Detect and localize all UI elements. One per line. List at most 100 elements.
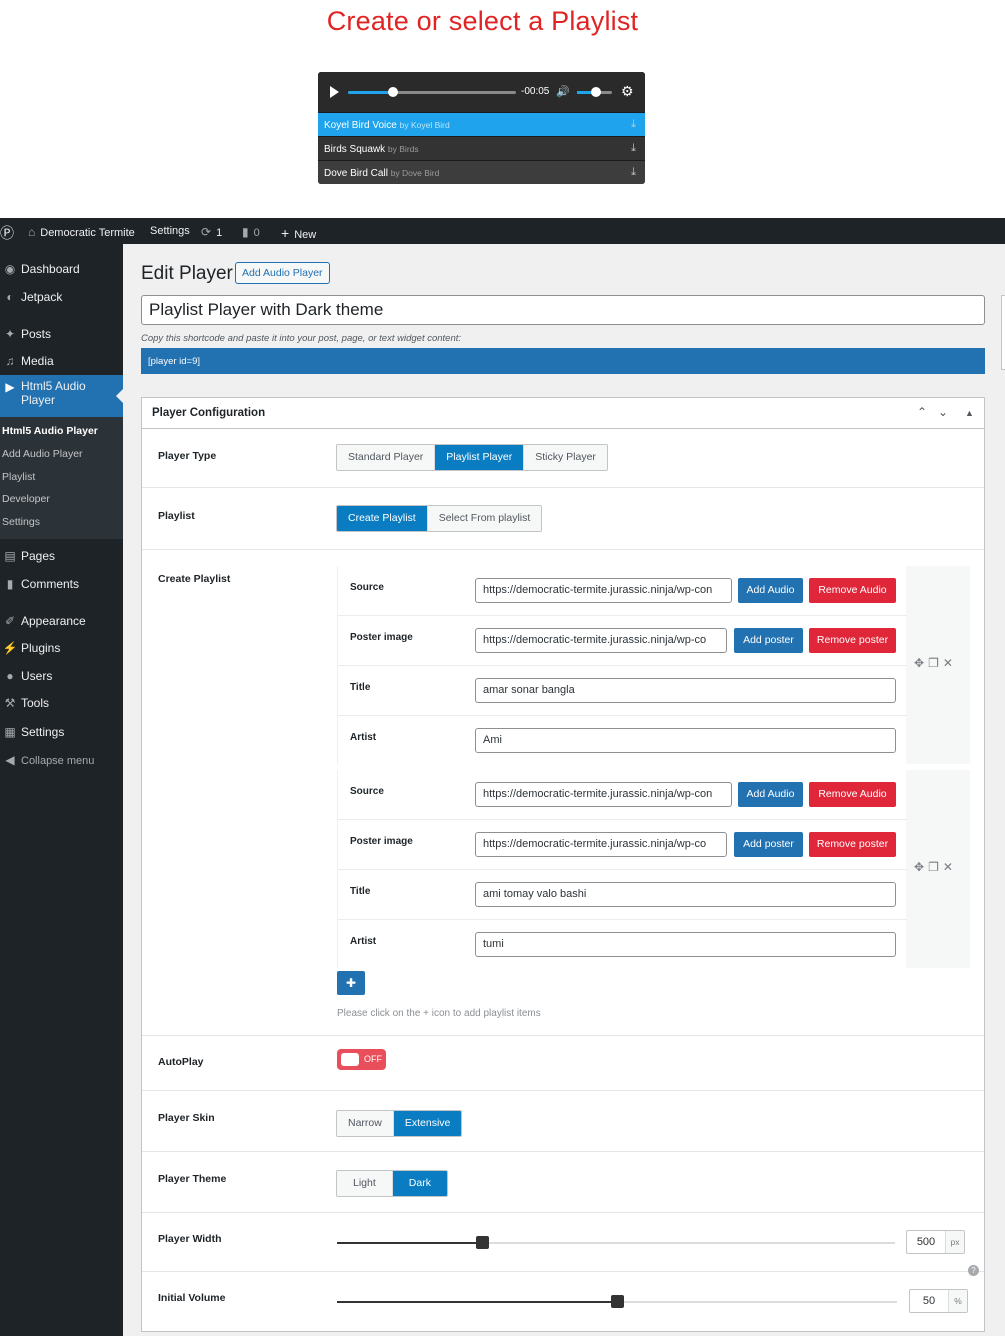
track-artist: by Dove Bird bbox=[390, 168, 440, 178]
option-light[interactable]: Light bbox=[337, 1171, 393, 1196]
add-audio-button[interactable]: Add Audio bbox=[738, 782, 803, 807]
volume-icon[interactable]: 🔊 bbox=[556, 85, 570, 98]
remove-audio-button[interactable]: Remove Audio bbox=[809, 578, 896, 603]
sidebar-item-pages[interactable]: ▤ Pages bbox=[0, 544, 123, 570]
admin-bar: Ⓟ ⌂ Democratic Termite Settings ⟳ 1 ▮ 0 + Ne… bbox=[0, 218, 1005, 244]
source-input[interactable]: https://democratic-termite.jurassic.ninj… bbox=[475, 578, 732, 603]
theme-selector: Light Dark bbox=[336, 1170, 448, 1197]
field-label: AutoPlay bbox=[158, 1056, 204, 1068]
player-width-input[interactable]: 500 px bbox=[906, 1230, 965, 1254]
move-icon[interactable]: ✥ bbox=[914, 656, 928, 670]
seek-handle[interactable] bbox=[388, 87, 399, 97]
remove-audio-button[interactable]: Remove Audio bbox=[809, 782, 896, 807]
option-standard-player[interactable]: Standard Player bbox=[337, 445, 436, 470]
chevron-up-icon[interactable]: ⌃ bbox=[917, 405, 927, 419]
sidebar-item-users[interactable]: ● Users bbox=[0, 664, 123, 690]
option-select-from-playlist[interactable]: Select From playlist bbox=[427, 506, 542, 531]
initial-volume-slider[interactable] bbox=[337, 1295, 897, 1308]
submenu-item[interactable]: Html5 Audio Player bbox=[0, 425, 123, 448]
submenu-item[interactable]: Playlist bbox=[0, 471, 123, 494]
playlist-track[interactable]: Koyel Bird Voice by Koyel Bird ⤓ bbox=[318, 112, 645, 136]
add-audio-player-button[interactable]: Add Audio Player bbox=[235, 262, 330, 284]
player-controls: -00:05 🔊 ⚙ bbox=[318, 72, 645, 112]
download-icon[interactable]: ⤓ bbox=[631, 142, 636, 155]
sidebar-item-posts[interactable]: ✦ Posts bbox=[0, 322, 123, 348]
source-row: Source https://democratic-termite.jurass… bbox=[338, 566, 907, 616]
poster-input[interactable]: https://democratic-termite.jurassic.ninj… bbox=[475, 628, 727, 653]
download-icon[interactable]: ⤓ bbox=[631, 118, 636, 131]
admin-bar-comments[interactable]: ▮ 0 bbox=[242, 225, 260, 239]
player-width-slider[interactable] bbox=[337, 1236, 895, 1249]
title-input[interactable]: amar sonar bangla bbox=[475, 678, 896, 703]
sidebar-item-comments[interactable]: ▮ Comments bbox=[0, 572, 123, 598]
play-icon[interactable] bbox=[330, 86, 339, 98]
slider-handle[interactable] bbox=[476, 1236, 490, 1249]
add-audio-button[interactable]: Add Audio bbox=[738, 578, 803, 603]
option-extensive[interactable]: Extensive bbox=[393, 1111, 462, 1136]
collapse-toggle-icon[interactable]: ▲ bbox=[965, 408, 974, 418]
remove-poster-button[interactable]: Remove poster bbox=[809, 832, 896, 857]
slider-handle[interactable] bbox=[611, 1295, 624, 1308]
player-type-selector: Standard Player Playlist Player Sticky P… bbox=[336, 444, 608, 471]
seek-bar[interactable] bbox=[348, 87, 516, 97]
title-row: Title ami tomay valo bashi bbox=[338, 870, 907, 920]
sidebar-item-plugins[interactable]: ⚡ Plugins bbox=[0, 636, 123, 662]
duplicate-icon[interactable]: ❐ bbox=[928, 656, 943, 670]
sidebar-item-jetpack[interactable]: ◐ Jetpack bbox=[0, 285, 123, 311]
submenu-item[interactable]: Settings bbox=[0, 516, 123, 539]
sidebar-item-settings[interactable]: ▦ Settings bbox=[0, 720, 123, 746]
field-label: Source bbox=[350, 582, 384, 593]
autoplay-toggle[interactable]: OFF bbox=[337, 1049, 386, 1070]
shortcode-bar[interactable]: [player id=9] bbox=[141, 348, 985, 374]
playlist-item: Source https://democratic-termite.jurass… bbox=[337, 566, 970, 764]
title-input[interactable]: ami tomay valo bashi bbox=[475, 882, 896, 907]
playlist-track[interactable]: Birds Squawk by Birds ⤓ bbox=[318, 136, 645, 160]
submenu-item[interactable]: Developer bbox=[0, 493, 123, 516]
volume-slider[interactable] bbox=[577, 87, 612, 97]
admin-bar-updates[interactable]: ⟳ 1 bbox=[201, 225, 222, 239]
option-dark[interactable]: Dark bbox=[392, 1171, 447, 1196]
option-sticky-player[interactable]: Sticky Player bbox=[524, 445, 607, 470]
artist-input[interactable]: Ami bbox=[475, 728, 896, 753]
playlist-track[interactable]: Dove Bird Call by Dove Bird ⤓ bbox=[318, 160, 645, 184]
add-poster-button[interactable]: Add poster bbox=[734, 832, 803, 857]
artist-input[interactable]: tumi bbox=[475, 932, 896, 957]
gear-icon[interactable]: ⚙ bbox=[621, 83, 634, 100]
track-title: Birds Squawk bbox=[324, 144, 386, 155]
source-input[interactable]: https://democratic-termite.jurassic.ninj… bbox=[475, 782, 732, 807]
duplicate-icon[interactable]: ❐ bbox=[928, 860, 943, 874]
add-playlist-item-button[interactable]: ✚ bbox=[337, 971, 365, 995]
sidebar-item-label: Html5 Audio Player bbox=[21, 379, 86, 407]
wordpress-logo-icon[interactable]: Ⓟ bbox=[0, 223, 14, 243]
option-playlist-player[interactable]: Playlist Player bbox=[435, 445, 525, 470]
move-icon[interactable]: ✥ bbox=[914, 860, 928, 874]
sidebar-item-dashboard[interactable]: ◉ Dashboard bbox=[0, 257, 123, 283]
player-title-input[interactable]: Playlist Player with Dark theme bbox=[141, 295, 985, 325]
seek-progress bbox=[348, 91, 394, 94]
sidebar-submenu: Html5 Audio Player Add Audio Player Play… bbox=[0, 417, 123, 539]
initial-volume-input[interactable]: 50 % bbox=[909, 1289, 968, 1313]
option-create-playlist[interactable]: Create Playlist bbox=[337, 506, 428, 531]
chevron-down-icon[interactable]: ⌄ bbox=[938, 405, 948, 419]
admin-bar-site[interactable]: ⌂ Democratic Termite bbox=[28, 225, 135, 239]
sidebar-item-media[interactable]: ♫ Media bbox=[0, 349, 123, 375]
remove-poster-button[interactable]: Remove poster bbox=[809, 628, 896, 653]
submenu-item[interactable]: Add Audio Player bbox=[0, 448, 123, 471]
add-poster-button[interactable]: Add poster bbox=[734, 628, 803, 653]
sidebar-item-tools[interactable]: ⚒ Tools bbox=[0, 691, 123, 717]
close-icon[interactable]: ✕ bbox=[943, 656, 957, 670]
admin-bar-settings[interactable]: Settings bbox=[150, 225, 190, 237]
poster-input[interactable]: https://democratic-termite.jurassic.ninj… bbox=[475, 832, 727, 857]
volume-handle[interactable] bbox=[591, 87, 602, 97]
sidebar-item-html5-audio-player[interactable]: ▶ Html5 Audio Player bbox=[0, 375, 123, 417]
admin-bar-new[interactable]: + New bbox=[281, 225, 316, 241]
sidebar-collapse[interactable]: ◀ Collapse menu bbox=[0, 748, 123, 774]
help-icon[interactable]: ? bbox=[968, 1265, 979, 1276]
sidebar-item-appearance[interactable]: ✐ Appearance bbox=[0, 609, 123, 635]
collapse-icon: ◀ bbox=[5, 753, 15, 767]
box-title: Player Configuration bbox=[152, 407, 266, 419]
close-icon[interactable]: ✕ bbox=[943, 860, 957, 874]
field-label: Player Width bbox=[158, 1233, 222, 1245]
option-narrow[interactable]: Narrow bbox=[337, 1111, 394, 1136]
download-icon[interactable]: ⤓ bbox=[631, 166, 636, 179]
